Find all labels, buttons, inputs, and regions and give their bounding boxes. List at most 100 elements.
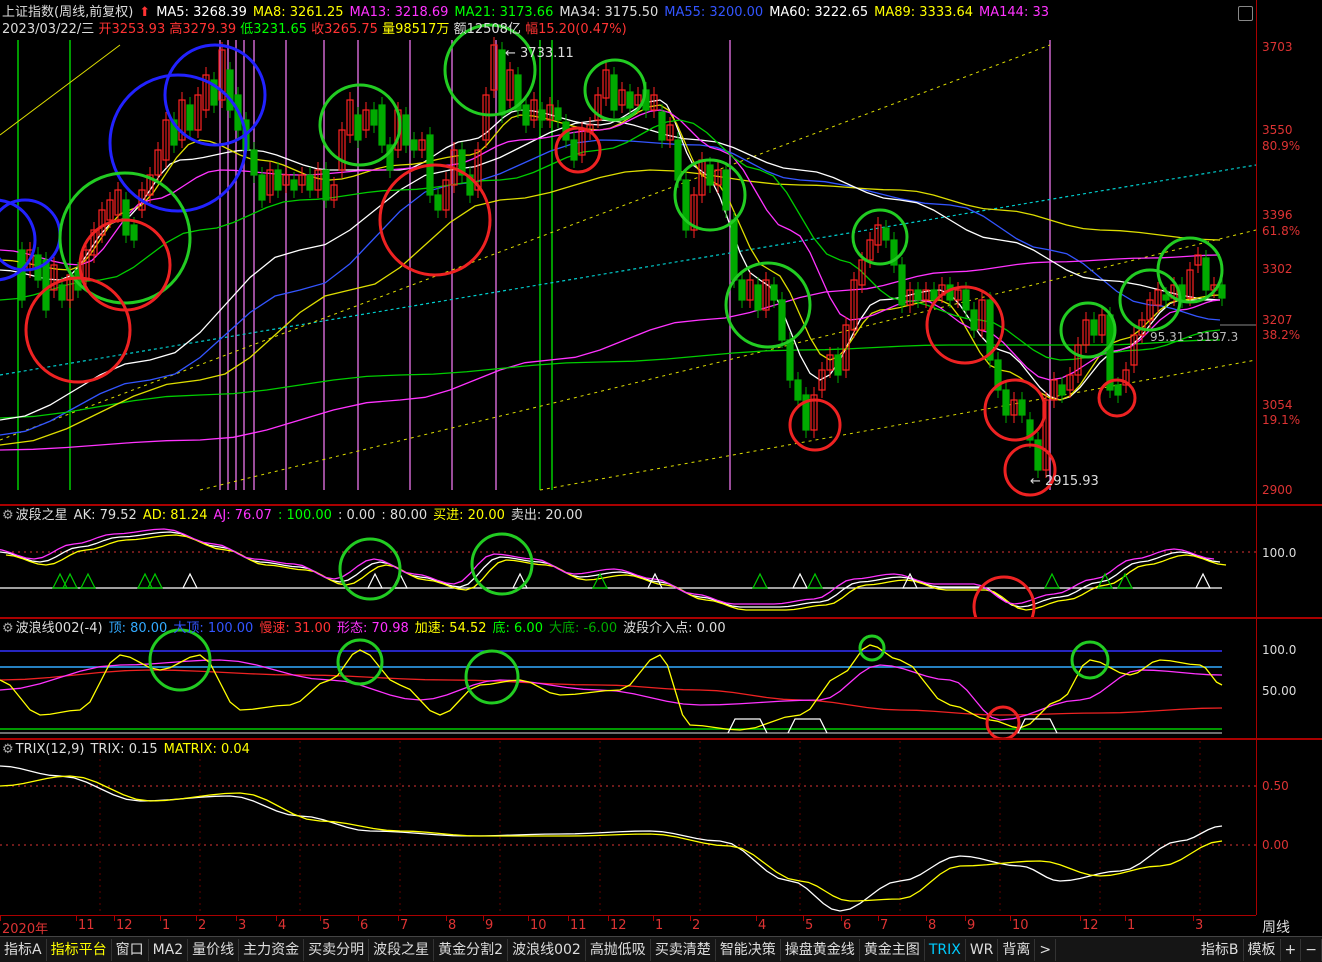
right-tab-3[interactable]: − — [1301, 938, 1322, 961]
candle-body — [1058, 384, 1066, 396]
price-tick: 3703 — [1262, 40, 1293, 54]
tab-2[interactable]: 窗口 — [112, 938, 149, 961]
p1-item-value: : 0.00 — [337, 508, 376, 523]
tab-6[interactable]: 买卖分明 — [304, 938, 370, 961]
candle-body — [554, 107, 562, 121]
fib-tick: 38.2% — [1262, 328, 1301, 342]
signal-triangle — [1195, 572, 1211, 589]
p2-header: ⚙ 波浪线002(-4) 顶: 80.00 大顶: 100.00 慢速: 31.00 形态… — [2, 620, 738, 638]
time-tick: 11 — [78, 918, 95, 933]
candle-body — [354, 114, 362, 141]
tab-13[interactable]: 操盘黄金线 — [781, 938, 860, 961]
price-tick: 2900 — [1262, 483, 1293, 497]
candle-body — [522, 104, 530, 126]
signal-circle — [851, 208, 909, 266]
p2-item-value: 波段介入点: 0.00 — [623, 621, 726, 636]
p3-title: TRIX(12,9) — [15, 742, 85, 757]
tab-12[interactable]: 智能决策 — [716, 938, 781, 961]
time-tick-mark — [76, 916, 77, 921]
right-tab-1[interactable]: 模板 — [1244, 938, 1281, 961]
candle-body — [962, 289, 970, 311]
ma-value: MA8: 3261.25 — [252, 5, 344, 20]
time-tick: 3 — [1195, 918, 1204, 933]
info-amount: 额12508亿 — [453, 22, 521, 37]
signal-triangle — [1044, 572, 1060, 589]
tab-15[interactable]: TRIX — [925, 938, 966, 961]
slow-line — [0, 669, 1223, 716]
settings-gear-icon[interactable]: ⚙ — [2, 508, 14, 523]
time-tick: 5 — [322, 918, 331, 933]
period-label[interactable]: 周线 — [1262, 917, 1290, 937]
tab-10[interactable]: 高抛低吸 — [586, 938, 651, 961]
signal-triangle — [752, 572, 768, 589]
p1-header: ⚙ 波段之星 AK: 79.52 AD: 81.24 AJ: 76.07: 100.00… — [2, 507, 595, 525]
signal-circle — [788, 398, 842, 452]
signal-circle — [470, 532, 534, 596]
p3-tick: 0.00 — [1262, 838, 1289, 852]
time-tick-mark — [446, 916, 447, 921]
signal-triangle — [147, 572, 163, 589]
tab-1[interactable]: 指标平台 — [47, 938, 112, 961]
tab-14[interactable]: 黄金主图 — [860, 938, 925, 961]
p2-tick: 100.0 — [1262, 643, 1297, 657]
main-header: 上证指数(周线,前复权) ⬆ MA5: 3268.39 MA8: 3261.25 MA1… — [2, 4, 1061, 22]
time-tick-mark — [608, 916, 609, 921]
time-tick-mark — [196, 916, 197, 921]
candle-body — [778, 299, 786, 341]
p2-item-value: 大顶: 100.00 — [173, 621, 254, 636]
settings-gear-icon[interactable]: ⚙ — [2, 742, 14, 757]
time-tick: 4 — [758, 918, 767, 933]
trix-indicator[interactable] — [0, 741, 1256, 915]
tab-17[interactable]: 背离 — [998, 938, 1036, 961]
right-tab-0[interactable]: 指标B — [1197, 938, 1244, 961]
p1-item-value: 买进: 20.00 — [433, 508, 505, 523]
ma-value: MA34: 3175.50 — [559, 5, 659, 20]
candle-body — [674, 139, 682, 181]
tab-3[interactable]: MA2 — [149, 938, 189, 961]
candle-body — [130, 224, 138, 241]
panel-toggle-icon[interactable] — [1238, 6, 1253, 21]
ma-value: MA89: 3333.64 — [874, 5, 974, 20]
tab-9[interactable]: 波浪线002 — [508, 938, 586, 961]
tab-7[interactable]: 波段之星 — [369, 938, 435, 961]
settings-gear-icon[interactable]: ⚙ — [2, 621, 14, 636]
tab-0[interactable]: 指标A — [0, 938, 47, 961]
right-tab-2[interactable]: + — [1281, 938, 1302, 961]
time-tick-mark — [841, 916, 842, 921]
candle-body — [370, 109, 378, 126]
right-annotation: 95.31 - 3197.3 — [1150, 330, 1239, 344]
tab-4[interactable]: 量价线 — [188, 938, 240, 961]
candlestick-chart[interactable] — [0, 0, 1256, 505]
tab-16[interactable]: WR — [966, 938, 999, 961]
info-close: 收3265.75 — [311, 22, 378, 37]
info-low: 低3231.65 — [240, 22, 308, 37]
candle-body — [738, 279, 746, 301]
p1-item-value: : 100.00 — [277, 508, 332, 523]
time-tick: 10 — [530, 918, 547, 933]
p1-item-value: AD: 81.24 — [142, 508, 208, 523]
candle-body — [274, 169, 282, 191]
candle-body — [770, 284, 778, 301]
tab-18[interactable]: > — [1035, 938, 1057, 961]
accel-line — [0, 644, 1223, 731]
tab-11[interactable]: 买卖清楚 — [651, 938, 716, 961]
time-tick-mark — [320, 916, 321, 921]
candle-body — [122, 199, 130, 236]
time-tick: 2 — [198, 918, 207, 933]
candle-body — [722, 169, 730, 211]
signal-circle — [378, 163, 492, 277]
time-tick: 8 — [928, 918, 937, 933]
p1-item-value: 卖出: 20.00 — [510, 508, 583, 523]
matrix-line — [0, 775, 1223, 902]
ma-line — [0, 99, 1220, 401]
candle-body — [626, 91, 634, 109]
tab-8[interactable]: 黄金分割2 — [434, 938, 509, 961]
time-tick: 10 — [1012, 918, 1029, 933]
candle-body — [1090, 319, 1098, 336]
tab-5[interactable]: 主力资金 — [239, 938, 305, 961]
signal-circle — [464, 649, 520, 705]
candle-body — [658, 111, 666, 141]
fib-tick: 80.9% — [1262, 139, 1301, 153]
time-tick-mark — [926, 916, 927, 921]
candle-body — [18, 249, 26, 301]
